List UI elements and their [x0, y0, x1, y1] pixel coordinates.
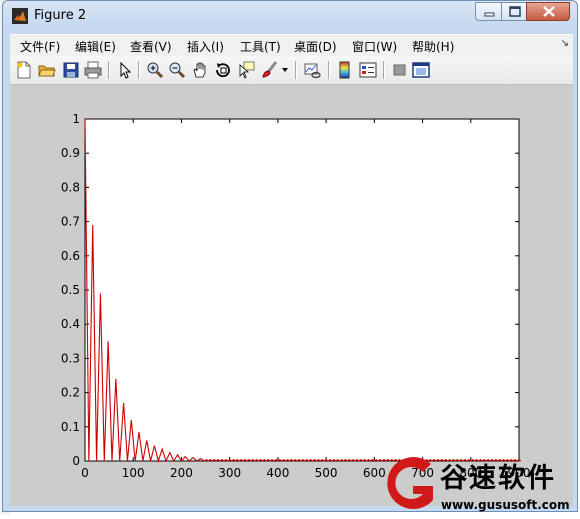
pan-icon[interactable] [191, 61, 209, 79]
figure-toolbar [10, 56, 573, 85]
matlab-icon [12, 8, 28, 24]
toolbar-separator [108, 61, 110, 79]
y-tick-label: 0.9 [61, 146, 80, 160]
y-tick-label: 0.2 [61, 386, 80, 400]
y-tick-label: 0.8 [61, 180, 80, 194]
menu-overflow-icon[interactable]: ↘ [561, 38, 569, 49]
show-plot-tools-icon[interactable] [412, 61, 430, 79]
menu-file[interactable]: 文件(F) [20, 38, 60, 55]
y-tick-label: 0.3 [61, 351, 80, 365]
data-cursor-icon[interactable] [237, 61, 255, 79]
x-tick-label: 200 [170, 466, 193, 480]
close-button[interactable] [526, 2, 570, 21]
new-figure-icon[interactable] [15, 61, 33, 79]
menu-desktop[interactable]: 桌面(D) [294, 38, 337, 55]
figure-canvas[interactable]: 0 0.1 0.2 0.3 0.4 0.5 0.6 0.7 0.8 0.9 1 0 100 200 300… [10, 85, 573, 506]
legend-icon[interactable] [359, 61, 377, 79]
plot-svg: 0 0.1 0.2 0.3 0.4 0.5 0.6 0.7 0.8 0.9 1 0 100 200 300… [61, 112, 531, 480]
window-title: Figure 2 [34, 8, 87, 23]
x-tick-label: 0 [81, 466, 89, 480]
hide-plot-tools-icon[interactable] [391, 61, 409, 79]
y-tick-label: 0.1 [61, 420, 80, 434]
maximize-button[interactable] [501, 2, 527, 21]
axes-background [84, 118, 520, 462]
y-tick-label: 0.6 [61, 249, 80, 263]
link-plot-icon[interactable] [304, 61, 322, 79]
y-tick-label: 0 [72, 454, 80, 468]
menu-window[interactable]: 窗口(W) [352, 38, 397, 55]
watermark: 谷速软件 www.gususoft.com [383, 454, 580, 515]
menu-tools[interactable]: 工具(T) [240, 38, 281, 55]
minimize-icon [484, 12, 495, 17]
zoom-in-icon[interactable] [146, 61, 164, 79]
menu-edit[interactable]: 编辑(E) [75, 38, 116, 55]
minimize-button[interactable] [475, 2, 502, 21]
maximize-icon [509, 6, 521, 17]
brush-icon[interactable] [261, 61, 279, 79]
open-file-icon[interactable] [38, 61, 56, 79]
toolbar-separator [328, 61, 330, 79]
menu-bar: 文件(F) 编辑(E) 查看(V) 插入(I) 工具(T) 桌面(D) 窗口(W… [10, 34, 573, 56]
menu-help[interactable]: 帮助(H) [412, 38, 454, 55]
colorbar-icon[interactable] [336, 61, 354, 79]
x-tick-label: 400 [266, 466, 289, 480]
x-tick-label: 500 [315, 466, 338, 480]
brush-dropdown-icon[interactable] [282, 67, 288, 73]
y-tick-label: 0.4 [61, 317, 80, 331]
watermark-logo-icon [387, 457, 433, 510]
zoom-out-icon[interactable] [168, 61, 186, 79]
x-tick-label: 300 [218, 466, 241, 480]
close-icon [543, 6, 555, 17]
menu-insert[interactable]: 插入(I) [187, 38, 224, 55]
toolbar-separator [383, 61, 385, 79]
title-bar[interactable]: Figure 2 [3, 1, 577, 31]
y-tick-label: 0.5 [61, 283, 80, 297]
x-tick-label: 100 [122, 466, 145, 480]
rotate-3d-icon[interactable] [214, 61, 232, 79]
y-tick-label: 0.7 [61, 215, 80, 229]
save-icon[interactable] [62, 61, 80, 79]
figure-window: Figure 2 文件(F) 编辑(E) 查看(V) 插入(I) 工具(T) 桌… [2, 0, 578, 512]
pointer-icon[interactable] [116, 61, 134, 79]
y-tick-label: 1 [72, 112, 80, 126]
toolbar-separator [138, 61, 140, 79]
watermark-url: www.gususoft.com [441, 498, 570, 512]
toolbar-separator [295, 61, 297, 79]
menu-view[interactable]: 查看(V) [130, 38, 172, 55]
print-icon[interactable] [84, 61, 102, 79]
watermark-brand: 谷速软件 [440, 463, 556, 494]
